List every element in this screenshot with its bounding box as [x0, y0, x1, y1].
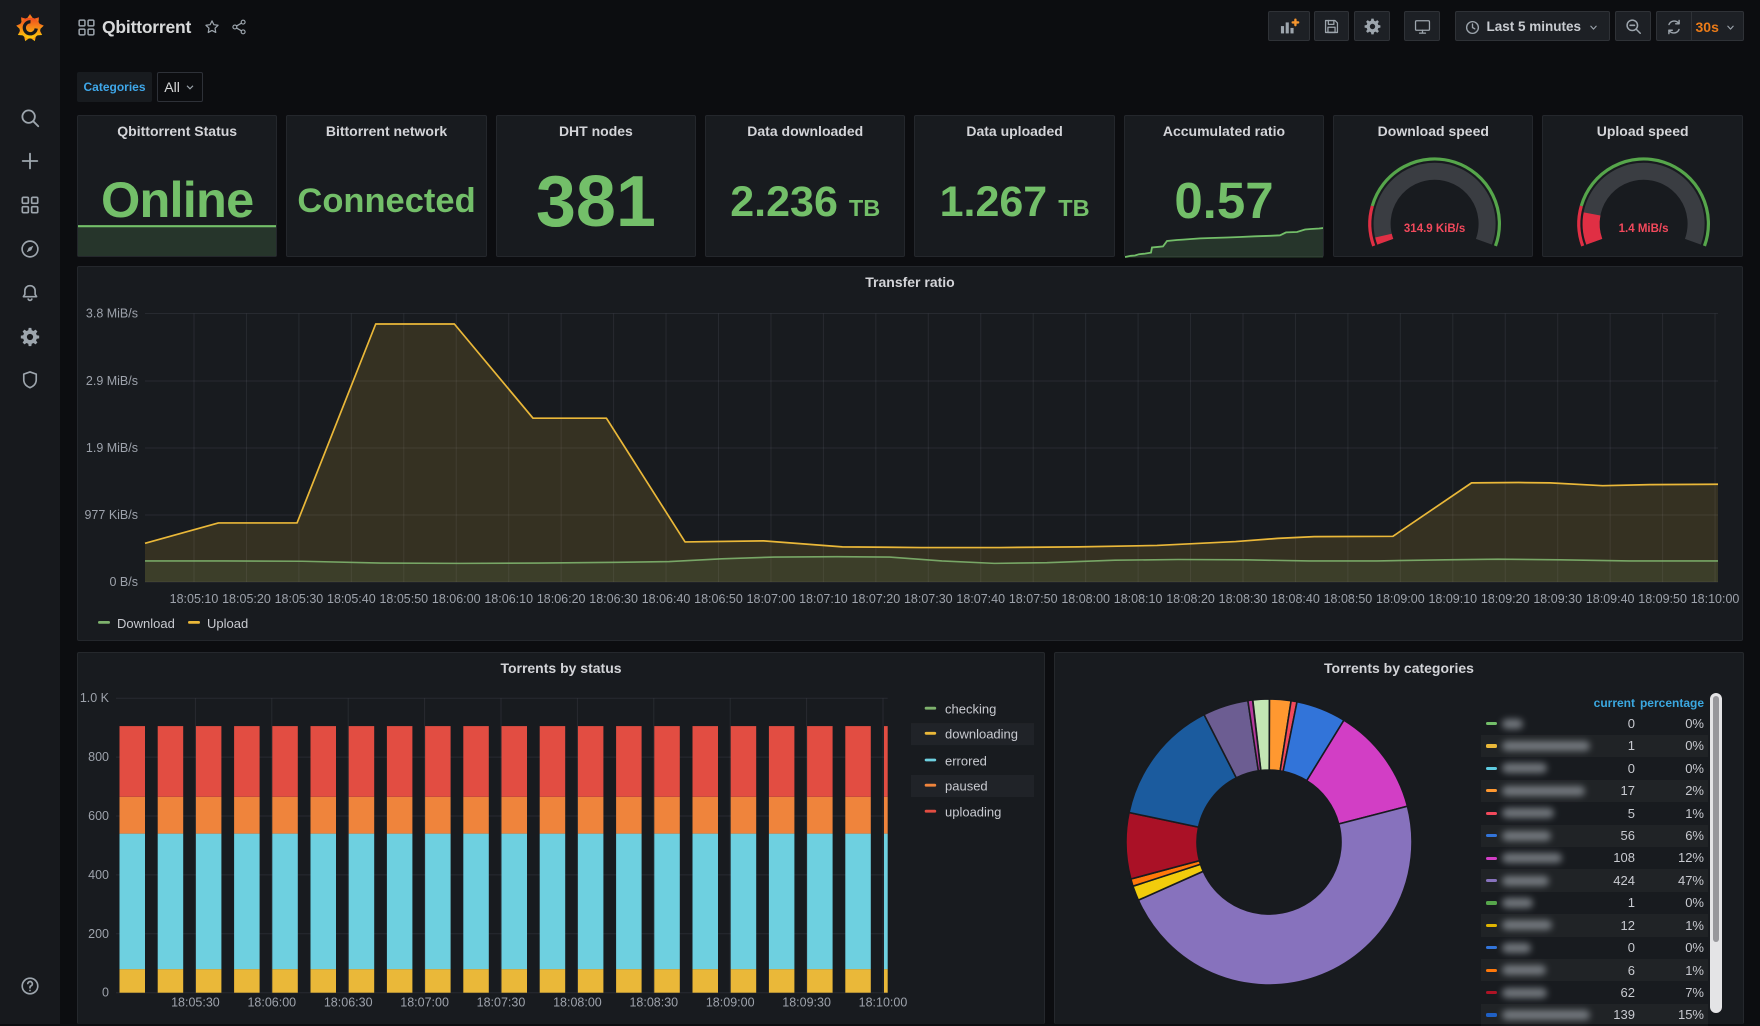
svg-text:downloading: downloading — [945, 727, 1018, 742]
svg-text:18:08:00: 18:08:00 — [1061, 592, 1110, 606]
svg-text:18:08:50: 18:08:50 — [1324, 592, 1373, 606]
svg-text:1.9 MiB/s: 1.9 MiB/s — [86, 441, 138, 455]
svg-text:18:05:30: 18:05:30 — [275, 592, 324, 606]
svg-text:checking: checking — [945, 702, 996, 717]
svg-text:600: 600 — [88, 809, 109, 823]
svg-text:18:09:20: 18:09:20 — [1481, 592, 1530, 606]
svg-text:18:08:40: 18:08:40 — [1271, 592, 1320, 606]
svg-text:0: 0 — [102, 986, 109, 1000]
svg-text:18:06:10: 18:06:10 — [484, 592, 533, 606]
svg-text:18:07:30: 18:07:30 — [477, 996, 526, 1010]
svg-text:18:07:50: 18:07:50 — [1009, 592, 1058, 606]
svg-text:18:09:30: 18:09:30 — [1533, 592, 1582, 606]
svg-text:18:07:10: 18:07:10 — [799, 592, 848, 606]
svg-text:18:05:10: 18:05:10 — [170, 592, 219, 606]
svg-text:Download: Download — [117, 616, 175, 631]
svg-text:18:07:00: 18:07:00 — [747, 592, 796, 606]
svg-text:18:07:30: 18:07:30 — [904, 592, 953, 606]
svg-text:1.4 MiB/s: 1.4 MiB/s — [1619, 223, 1669, 235]
svg-text:3.8 MiB/s: 3.8 MiB/s — [86, 307, 138, 321]
svg-text:18:06:40: 18:06:40 — [642, 592, 691, 606]
svg-text:400: 400 — [88, 868, 109, 882]
svg-text:18:05:30: 18:05:30 — [171, 996, 220, 1010]
svg-text:800: 800 — [88, 750, 109, 764]
svg-text:18:05:40: 18:05:40 — [327, 592, 376, 606]
svg-text:18:08:30: 18:08:30 — [629, 996, 678, 1010]
svg-text:18:08:30: 18:08:30 — [1219, 592, 1268, 606]
svg-text:18:10:00: 18:10:00 — [1691, 592, 1740, 606]
svg-text:18:06:00: 18:06:00 — [247, 996, 296, 1010]
svg-text:uploading: uploading — [945, 805, 1001, 820]
svg-text:18:06:30: 18:06:30 — [324, 996, 373, 1010]
svg-text:18:06:50: 18:06:50 — [694, 592, 743, 606]
svg-text:errored: errored — [945, 753, 987, 768]
svg-text:18:10:00: 18:10:00 — [859, 996, 908, 1010]
svg-text:0 B/s: 0 B/s — [110, 575, 139, 589]
svg-text:314.9 KiB/s: 314.9 KiB/s — [1404, 223, 1465, 235]
svg-text:18:09:30: 18:09:30 — [782, 996, 831, 1010]
svg-text:18:06:00: 18:06:00 — [432, 592, 481, 606]
svg-text:18:05:50: 18:05:50 — [379, 592, 428, 606]
svg-text:18:07:00: 18:07:00 — [400, 996, 449, 1010]
svg-text:18:07:40: 18:07:40 — [956, 592, 1005, 606]
svg-text:1.0 K: 1.0 K — [80, 691, 110, 705]
svg-text:18:09:40: 18:09:40 — [1586, 592, 1635, 606]
svg-text:2.9 MiB/s: 2.9 MiB/s — [86, 374, 138, 388]
svg-text:18:09:10: 18:09:10 — [1428, 592, 1477, 606]
svg-text:18:05:20: 18:05:20 — [222, 592, 271, 606]
svg-text:18:07:20: 18:07:20 — [852, 592, 901, 606]
svg-text:Upload: Upload — [207, 616, 248, 631]
svg-text:18:09:50: 18:09:50 — [1638, 592, 1687, 606]
svg-text:200: 200 — [88, 927, 109, 941]
svg-text:18:06:20: 18:06:20 — [537, 592, 586, 606]
svg-text:18:09:00: 18:09:00 — [706, 996, 755, 1010]
svg-text:18:09:00: 18:09:00 — [1376, 592, 1425, 606]
svg-text:18:06:30: 18:06:30 — [589, 592, 638, 606]
svg-text:977 KiB/s: 977 KiB/s — [84, 508, 138, 522]
svg-text:18:08:00: 18:08:00 — [553, 996, 602, 1010]
svg-text:paused: paused — [945, 779, 988, 794]
svg-text:18:08:20: 18:08:20 — [1166, 592, 1215, 606]
svg-text:18:08:10: 18:08:10 — [1114, 592, 1163, 606]
